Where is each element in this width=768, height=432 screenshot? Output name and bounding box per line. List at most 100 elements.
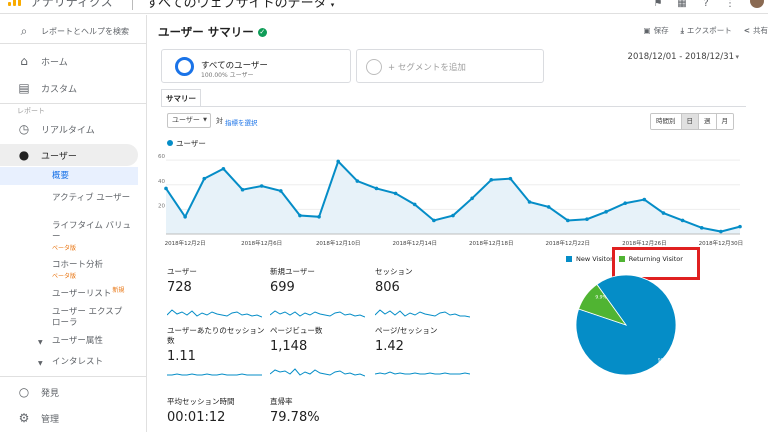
data-point[interactable]	[183, 214, 187, 219]
data-point[interactable]	[298, 213, 302, 218]
select-metric-link[interactable]: 指標を選択	[225, 117, 258, 127]
x-tick-label: 2018年12月26日	[622, 239, 667, 246]
scorecard-sessions-per-user[interactable]: ユーザーあたりのセッション数 1.11	[167, 326, 267, 378]
data-point[interactable]	[738, 224, 742, 229]
data-point[interactable]	[585, 217, 589, 222]
sidebar-item-lifetime-value[interactable]: ライフタイム バリュー ベータ版	[52, 221, 132, 254]
data-point[interactable]	[451, 213, 455, 218]
data-point[interactable]	[317, 214, 321, 219]
sidebar-item-interests[interactable]: インタレスト	[52, 357, 103, 368]
data-point[interactable]	[374, 186, 379, 191]
sidebar-item-label: ユーザーリスト	[52, 288, 112, 299]
scorecard-pages-per-session[interactable]: ページ/セッション 1.42	[375, 326, 475, 378]
more-icon[interactable]: ⋮	[722, 0, 738, 13]
x-tick-label: 2018年12月22日	[546, 239, 591, 246]
scorecard-sessions[interactable]: セッション 806	[375, 267, 475, 319]
data-point[interactable]	[259, 184, 264, 188]
segment-percentage: 100.00% ユーザー	[201, 72, 254, 79]
granularity-hourly[interactable]: 時間別	[651, 114, 681, 129]
data-point[interactable]	[566, 218, 570, 223]
scorecard-bounce-rate[interactable]: 直帰率 79.78%	[270, 397, 370, 432]
view-selector[interactable]: すべてのウェブサイトのデータ ▾	[146, 0, 334, 11]
segment-ring-icon	[175, 57, 194, 76]
data-point[interactable]	[527, 200, 532, 204]
sidebar-item-cohort[interactable]: コホート分析 ベータ版	[52, 260, 132, 282]
data-point[interactable]	[680, 218, 685, 223]
granularity-week[interactable]: 週	[698, 114, 716, 129]
data-point[interactable]	[642, 197, 647, 202]
data-point[interactable]	[279, 189, 283, 193]
segment-all-users[interactable]: すべてのユーザー 100.00% ユーザー	[161, 49, 351, 83]
data-point[interactable]	[355, 179, 360, 183]
divider	[132, 0, 133, 10]
scorecard-value: 79.78%	[270, 410, 320, 425]
sparkline	[270, 368, 365, 377]
granularity-month[interactable]: 月	[715, 114, 733, 129]
data-point[interactable]	[221, 166, 226, 171]
data-point[interactable]	[699, 226, 704, 230]
metric-dropdown[interactable]: ユーザー ▼	[167, 113, 211, 128]
page-title: ユーザー サマリー ✓	[158, 24, 267, 40]
data-point[interactable]	[202, 176, 207, 181]
sparkline	[375, 371, 470, 375]
help-icon[interactable]: ?	[698, 0, 714, 13]
sparkline	[167, 373, 262, 376]
data-point[interactable]	[470, 196, 474, 201]
data-point[interactable]	[240, 187, 245, 192]
sidebar-item-active-users[interactable]: アクティブ ユーザー	[52, 193, 132, 204]
data-point[interactable]	[432, 218, 436, 223]
caret-right-icon: ▼	[38, 339, 43, 346]
x-tick-label: 2018年12月30日	[699, 239, 744, 246]
metric-value: ユーザー	[172, 116, 200, 124]
data-point[interactable]	[604, 210, 608, 214]
sidebar-item-custom[interactable]: ▤ カスタム	[0, 81, 147, 95]
save-button[interactable]: ▣ 保存	[644, 25, 669, 36]
scorecard-new-users[interactable]: 新規ユーザー 699	[270, 267, 370, 319]
chevron-down-icon[interactable]: ▾	[735, 53, 739, 61]
sidebar-item-user-explorer[interactable]: ユーザー エクスプローラ	[52, 307, 124, 329]
sidebar-item-label: ホーム	[41, 57, 68, 68]
notifications-icon[interactable]: ⚑	[650, 0, 666, 13]
page-title-text: ユーザー サマリー	[158, 25, 254, 39]
scorecard-users[interactable]: ユーザー 728	[167, 267, 267, 319]
scorecard-value: 1.11	[167, 349, 196, 364]
share-button[interactable]: < 共有	[744, 25, 768, 36]
data-point[interactable]	[336, 159, 340, 164]
sidebar-item-audience[interactable]: ● ユーザー	[0, 148, 147, 162]
x-tick-label: 2018年12月2日	[165, 239, 206, 246]
sidebar-item-user-list[interactable]: ユーザーリスト新規	[52, 285, 132, 300]
analytics-logo-icon	[8, 0, 24, 10]
scorecard-avg-session-duration[interactable]: 平均セッション時間 00:01:12	[167, 397, 267, 432]
data-point[interactable]	[164, 186, 168, 191]
sidebar-item-demographics[interactable]: ユーザー属性	[52, 336, 103, 347]
apps-icon[interactable]: ▦	[674, 0, 690, 13]
sidebar-item-home[interactable]: ⌂ ホーム	[0, 54, 147, 68]
data-point[interactable]	[508, 176, 513, 181]
section-label-reports: レポート	[17, 107, 45, 115]
tab-summary[interactable]: サマリー	[161, 89, 201, 106]
data-point[interactable]	[623, 201, 627, 206]
beta-badge: ベータ版	[52, 245, 77, 252]
data-point[interactable]	[719, 229, 723, 234]
sidebar-item-overview[interactable]: 概要	[52, 171, 69, 182]
users-line-chart[interactable]: 60 40 20 2018年12月2日 2018年12月6日 2018年12月10日 201…	[156, 150, 748, 246]
data-point[interactable]	[393, 191, 398, 196]
data-point[interactable]	[412, 202, 417, 207]
data-point[interactable]	[489, 178, 494, 182]
search-input[interactable]: レポートとヘルプを検索	[41, 26, 129, 37]
granularity-day[interactable]: 日	[680, 114, 698, 129]
sidebar-search[interactable]: ⌕ レポートとヘルプを検索	[0, 24, 147, 38]
save-icon: ▣	[643, 26, 651, 35]
add-segment-button[interactable]: + セグメントを追加	[356, 49, 544, 83]
add-segment-label: + セグメントを追加	[388, 63, 466, 73]
sidebar-item-admin[interactable]: ⚙ 管理	[0, 411, 147, 425]
sidebar-item-realtime[interactable]: ◷ リアルタイム	[0, 122, 147, 136]
export-button[interactable]: ⤓ エクスポート	[681, 25, 732, 36]
data-point[interactable]	[546, 205, 551, 209]
y-tick-label: 60	[158, 154, 165, 160]
date-range-picker[interactable]: 2018/12/01 - 2018/12/31	[628, 52, 734, 62]
scorecard-pageviews[interactable]: ページビュー数 1,148	[270, 326, 370, 378]
sidebar-item-discover[interactable]: ○ 発見	[0, 385, 147, 399]
data-point[interactable]	[661, 211, 666, 215]
visitor-type-pie-chart[interactable]: 90.1% 9.9%	[574, 273, 678, 377]
